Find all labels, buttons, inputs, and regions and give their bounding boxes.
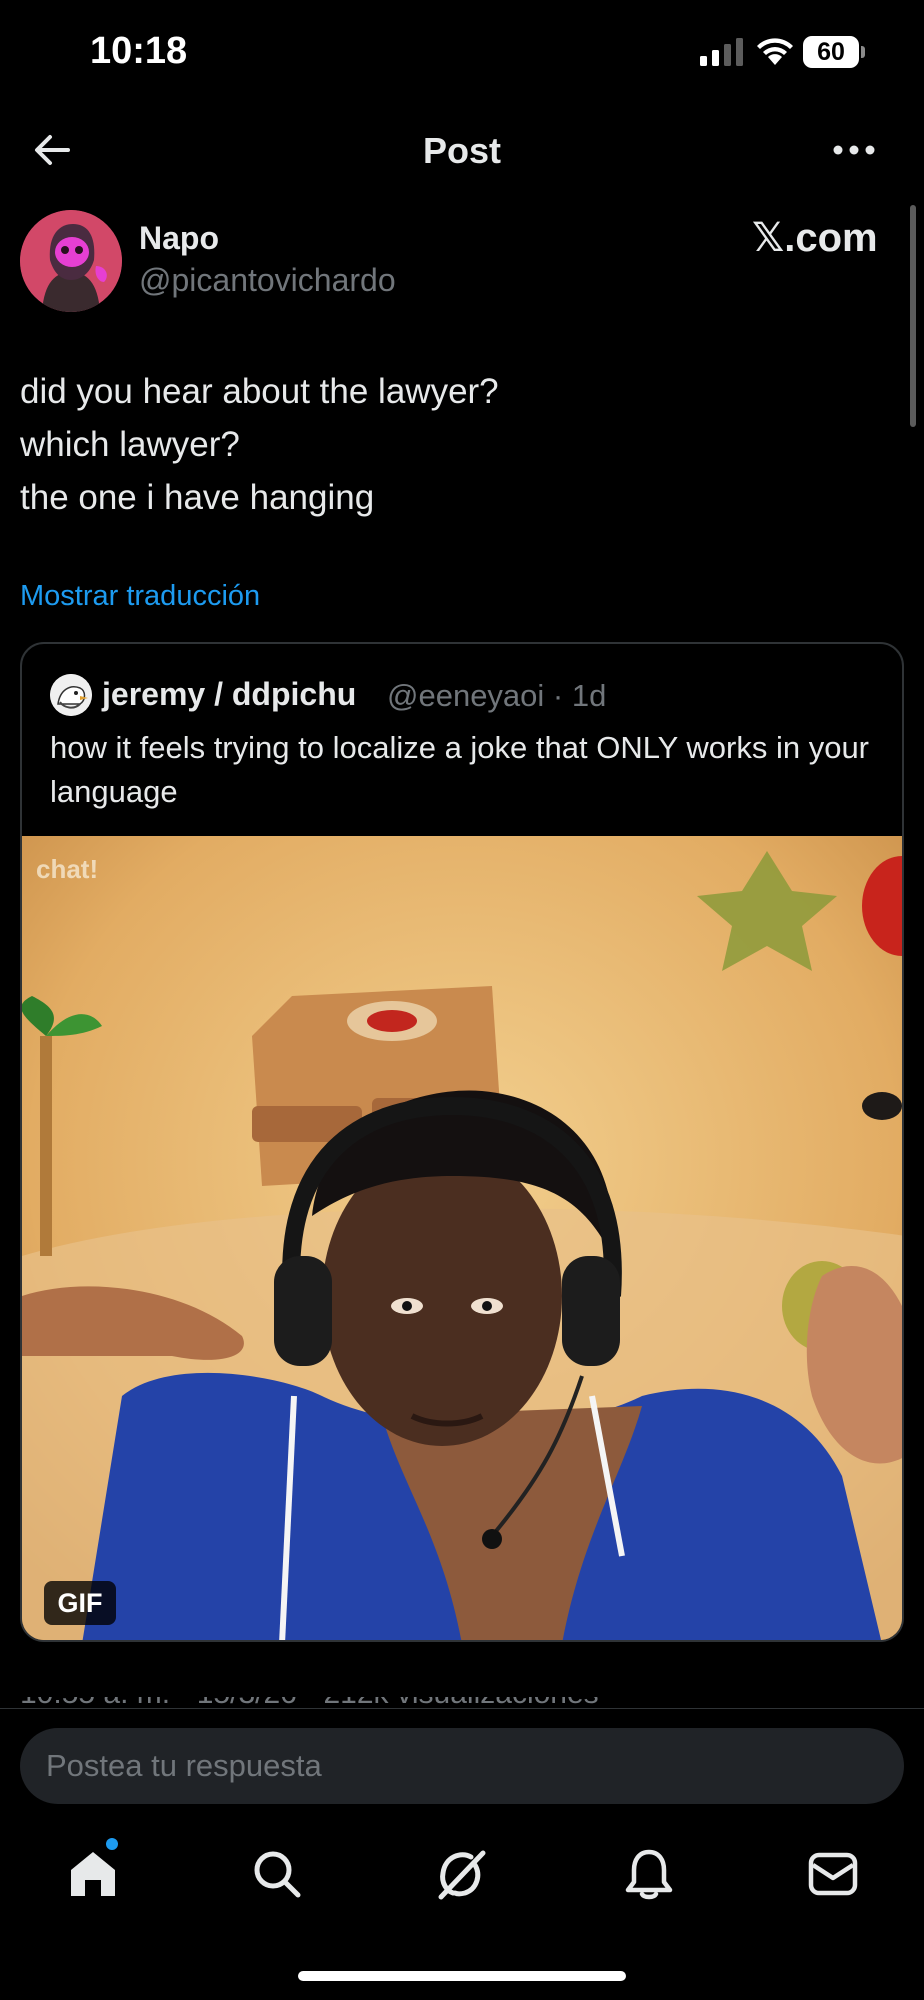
status-time: 10:18 bbox=[90, 30, 188, 72]
battery-level: 60 bbox=[803, 36, 859, 68]
scrollbar[interactable] bbox=[910, 205, 916, 427]
quoted-post[interactable]: jeremy / ddpichu @eeneyaoi · 1d how it f… bbox=[20, 642, 904, 1642]
quoted-author-avatar[interactable] bbox=[50, 674, 92, 716]
nav-grok[interactable] bbox=[432, 1844, 492, 1904]
nav-home[interactable] bbox=[63, 1844, 123, 1904]
page-title: Post bbox=[422, 130, 501, 171]
post-header: Post bbox=[0, 110, 924, 190]
gif-media[interactable]: chat! GIF bbox=[22, 836, 902, 1640]
gif-badge: GIF bbox=[44, 1581, 116, 1625]
search-icon bbox=[254, 1851, 301, 1898]
bell-icon bbox=[625, 1849, 673, 1900]
wifi-icon bbox=[757, 38, 793, 65]
author-avatar[interactable] bbox=[20, 210, 122, 312]
nav-messages[interactable] bbox=[803, 1844, 863, 1904]
post-text-line: which lawyer? bbox=[20, 425, 240, 464]
home-icon bbox=[71, 1852, 115, 1896]
post-text-line: the one i have hanging bbox=[20, 478, 375, 517]
cellular-signal-icon bbox=[700, 38, 743, 66]
battery-icon: 60 bbox=[803, 36, 865, 68]
mail-icon bbox=[808, 1852, 858, 1896]
bottom-nav bbox=[0, 1820, 924, 1930]
grok-icon bbox=[438, 1850, 486, 1900]
show-translation-link[interactable]: Mostrar traducción bbox=[20, 580, 260, 613]
quoted-post-text: how it feels trying to localize a joke t… bbox=[50, 730, 870, 809]
nav-notifications[interactable] bbox=[619, 1844, 679, 1904]
quoted-author-meta: @eeneyaoi · 1d bbox=[387, 678, 607, 713]
nav-search[interactable] bbox=[247, 1844, 307, 1904]
home-indicator[interactable] bbox=[298, 1971, 626, 1981]
reply-input[interactable] bbox=[20, 1728, 904, 1804]
post-text-line: did you hear about the lawyer? bbox=[20, 372, 499, 411]
more-horizontal-icon[interactable] bbox=[830, 128, 878, 172]
source-label: 𝕏.com bbox=[752, 216, 878, 260]
notification-dot bbox=[106, 1838, 118, 1850]
author-handle[interactable]: @picantovichardo bbox=[139, 262, 396, 299]
author-name[interactable]: Napo bbox=[139, 220, 219, 257]
quoted-author-name[interactable]: jeremy / ddpichu bbox=[102, 676, 356, 713]
gif-overlay-text: chat! bbox=[36, 854, 99, 884]
divider bbox=[0, 1708, 924, 1709]
post-text: did you hear about the lawyer? which law… bbox=[20, 365, 900, 524]
status-bar: 10:18 60 bbox=[0, 0, 924, 100]
